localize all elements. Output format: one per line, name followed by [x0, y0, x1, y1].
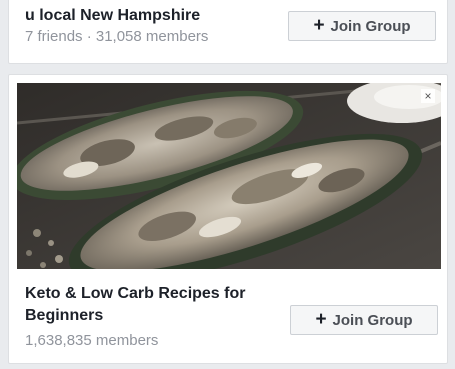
- group-suggestion-card: u local New Hampshire 7 friends · 31,058…: [8, 0, 448, 64]
- join-group-label: Join Group: [330, 17, 411, 35]
- group-suggestion-card: × Keto & Low Carb Recipes for Beginners …: [8, 74, 448, 364]
- plus-icon: +: [315, 308, 327, 330]
- food-image: [17, 83, 441, 269]
- group-cover-photo[interactable]: ×: [17, 83, 441, 269]
- group-meta: 7 friends · 31,058 members: [25, 28, 209, 45]
- join-group-label: Join Group: [332, 311, 413, 329]
- plus-icon: +: [313, 14, 325, 36]
- group-title[interactable]: u local New Hampshire: [25, 5, 200, 27]
- join-group-button[interactable]: + Join Group: [290, 305, 438, 335]
- close-icon[interactable]: ×: [421, 89, 435, 103]
- group-meta: 1,638,835 members: [25, 332, 159, 349]
- join-group-button[interactable]: + Join Group: [288, 11, 436, 41]
- group-title[interactable]: Keto & Low Carb Recipes for Beginners: [25, 283, 275, 327]
